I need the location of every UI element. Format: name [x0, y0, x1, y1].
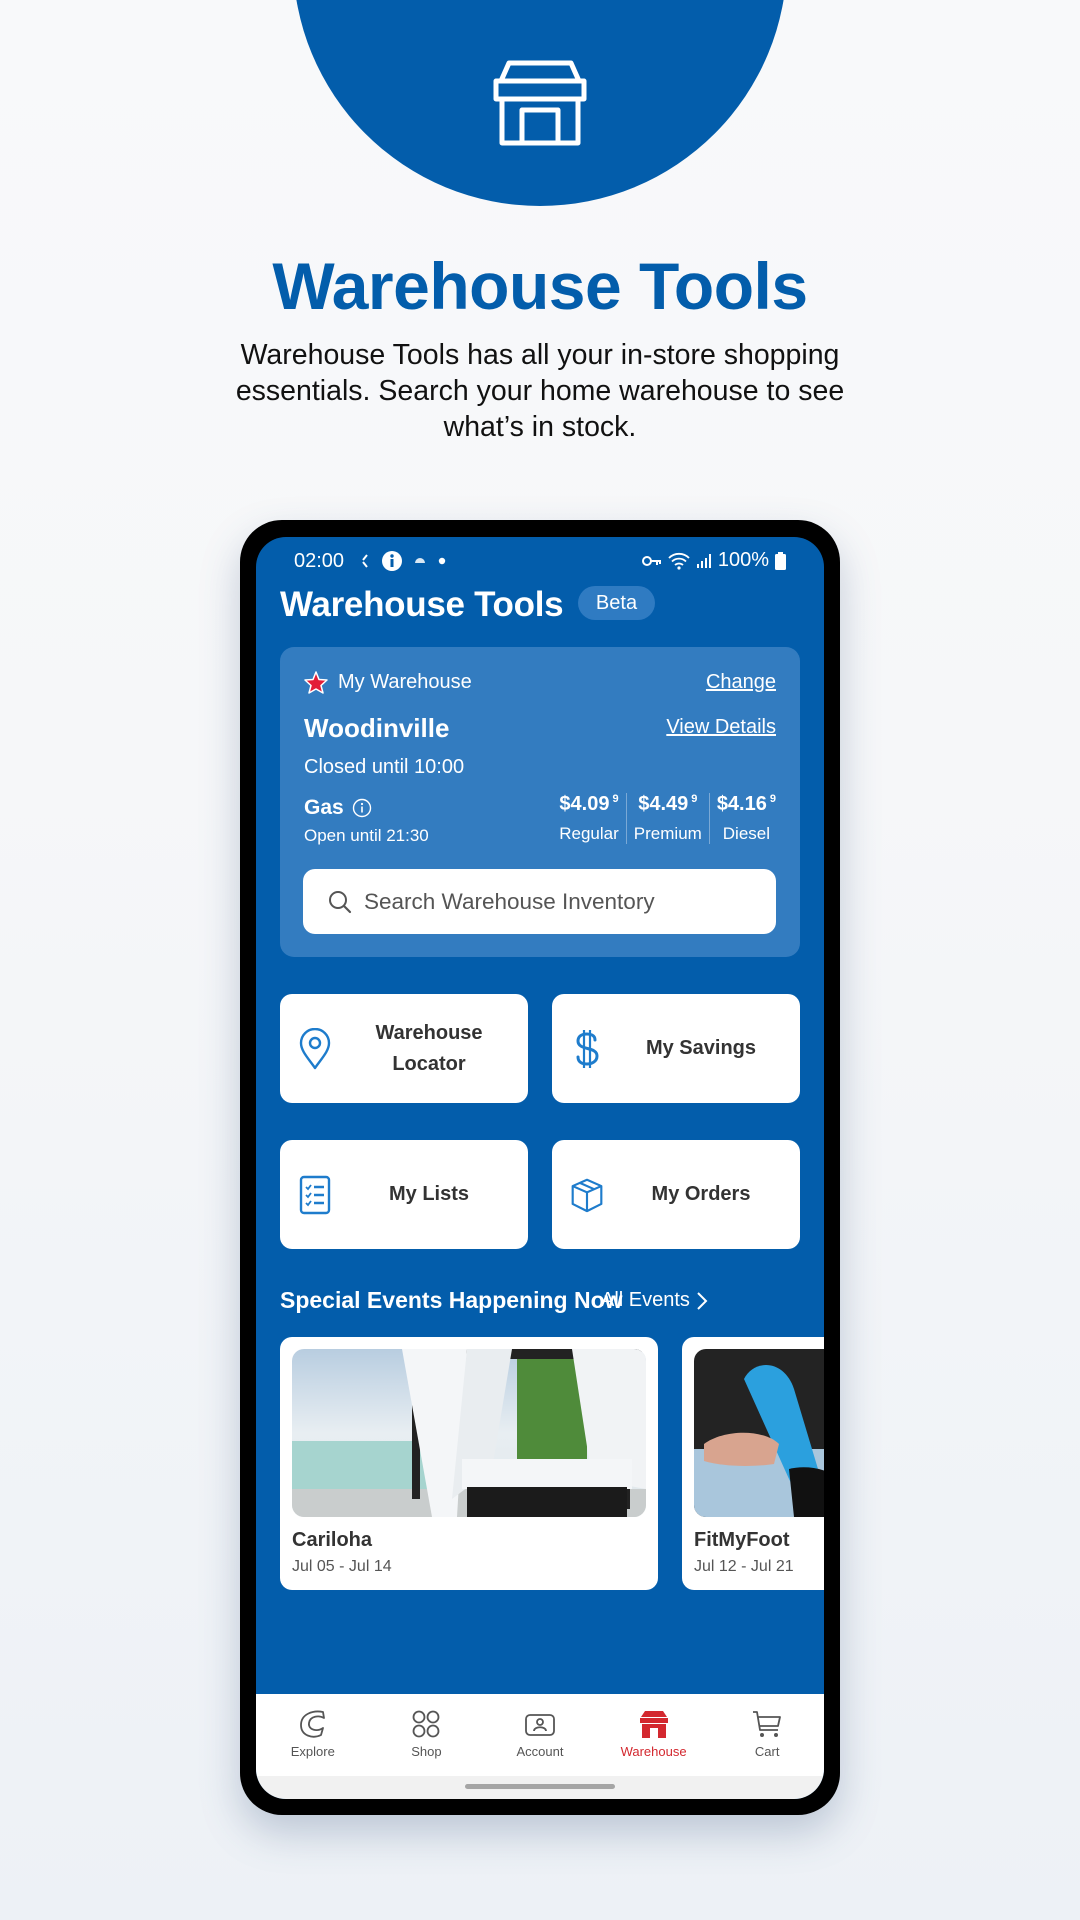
gas-price-premium: $4.49 9 Premium [625, 793, 709, 844]
gas-type-label: Regular [559, 824, 619, 843]
gas-price-fraction: 9 [769, 793, 776, 805]
all-events-label: All Events [601, 1289, 690, 1311]
gas-price-fraction: 9 [691, 793, 698, 805]
event-image [694, 1349, 824, 1517]
warehouse-name: Woodinville [304, 713, 450, 743]
checklist-icon [299, 1175, 331, 1214]
my-warehouse-label: My Warehouse [338, 671, 472, 693]
box-icon [571, 1178, 603, 1212]
event-name: Cariloha [292, 1529, 373, 1551]
phone-screen: 02:00 100% Warehouse Tools Beta My Wareh… [256, 537, 824, 1799]
my-savings-button[interactable]: My Savings [552, 994, 800, 1103]
promo-subtitle: Warehouse Tools has all your in-store sh… [235, 339, 845, 443]
search-placeholder: Search Warehouse Inventory [364, 888, 655, 914]
tile-label-line1: Warehouse [375, 1021, 483, 1044]
gas-price-diesel: $4.16 9 Diesel [708, 793, 776, 844]
my-orders-button[interactable]: My Orders [552, 1140, 800, 1249]
gesture-area [256, 1776, 824, 1799]
change-warehouse-link[interactable]: Change [706, 671, 776, 694]
status-bar: 02:00 100% [256, 537, 824, 585]
gas-info-icon[interactable] [352, 798, 372, 818]
battery-percent: 100% [717, 549, 769, 571]
event-name: FitMyFoot [694, 1529, 790, 1551]
home-gesture-bar[interactable] [465, 1784, 615, 1789]
cabana-bed-image [292, 1349, 646, 1517]
gas-title: Gas [304, 796, 344, 819]
gas-price-value: $4.16 [716, 793, 767, 815]
nav-label: Account [516, 1744, 564, 1759]
nav-warehouse[interactable]: Warehouse [597, 1694, 711, 1776]
warehouse-locator-button[interactable]: Warehouse Locator [280, 994, 528, 1103]
bottom-nav: Explore Shop Account Warehouse Cart [256, 1694, 824, 1776]
location-pin-icon [299, 1027, 331, 1069]
nav-label: Shop [411, 1744, 442, 1759]
warehouse-store-icon [493, 60, 587, 146]
tile-label-line2: Locator [392, 1052, 466, 1075]
signal-icon [696, 553, 711, 568]
nav-shop[interactable]: Shop [370, 1694, 484, 1776]
event-card[interactable]: Cariloha Jul 05 - Jul 14 [280, 1337, 658, 1590]
nav-label: Explore [290, 1744, 335, 1759]
warehouse-hours: Closed until 10:00 [304, 756, 465, 778]
cloud-icon [415, 558, 425, 563]
app-title: Warehouse Tools [280, 585, 564, 624]
special-events-title: Special Events Happening Now [280, 1287, 623, 1313]
event-dates: Jul 05 - Jul 14 [292, 1558, 392, 1575]
cart-icon [753, 1711, 782, 1737]
event-card[interactable]: FitMyFoot Jul 12 - Jul 21 [682, 1337, 824, 1590]
gas-type-label: Premium [633, 824, 702, 843]
gas-price-value: $4.09 [559, 793, 610, 815]
nav-label: Cart [754, 1744, 780, 1759]
search-warehouse-inventory-input[interactable]: Search Warehouse Inventory [303, 869, 776, 934]
grid-circles-icon [412, 1710, 440, 1738]
gas-price-fraction: 9 [612, 793, 619, 805]
my-warehouse-card: My Warehouse Change Woodinville View Det… [280, 647, 800, 957]
search-icon [329, 890, 352, 913]
gas-price-value: $4.49 [638, 793, 689, 815]
wifi-icon [668, 552, 690, 570]
gas-type-label: Diesel [722, 824, 771, 843]
vpn-key-icon [641, 555, 661, 566]
insole-image [694, 1349, 824, 1517]
explore-c-icon [299, 1710, 325, 1738]
info-icon [382, 551, 402, 571]
gas-hours: Open until 21:30 [304, 826, 429, 845]
nav-account[interactable]: Account [483, 1694, 597, 1776]
nav-cart[interactable]: Cart [710, 1694, 824, 1776]
battery-icon [775, 551, 786, 570]
nav-label: Warehouse [620, 1744, 687, 1759]
gas-info: Gas Open until 21:30 [304, 796, 429, 846]
gas-prices: $4.09 9 Regular $4.49 9 Premium $4.16 9 Die… [552, 793, 776, 844]
sync-icon [362, 554, 368, 568]
star-icon [304, 671, 328, 694]
nav-explore[interactable]: Explore [256, 1694, 370, 1776]
beta-badge: Beta [578, 586, 655, 620]
view-details-link[interactable]: View Details [666, 716, 776, 739]
my-lists-button[interactable]: My Lists [280, 1140, 528, 1249]
phone-frame: 02:00 100% Warehouse Tools Beta My Wareh… [240, 520, 840, 1815]
event-image [292, 1349, 646, 1517]
promo-title: Warehouse Tools [272, 249, 808, 323]
all-events-link[interactable]: All Events [601, 1289, 708, 1312]
warehouse-icon [639, 1711, 668, 1738]
gas-price-regular: $4.09 9 Regular [552, 793, 626, 844]
status-time: 02:00 [294, 550, 345, 572]
dollar-icon [576, 1029, 599, 1068]
account-card-icon [525, 1714, 555, 1736]
chevron-right-icon [697, 1291, 708, 1310]
dot-icon [438, 557, 446, 565]
event-dates: Jul 12 - Jul 21 [694, 1558, 794, 1575]
